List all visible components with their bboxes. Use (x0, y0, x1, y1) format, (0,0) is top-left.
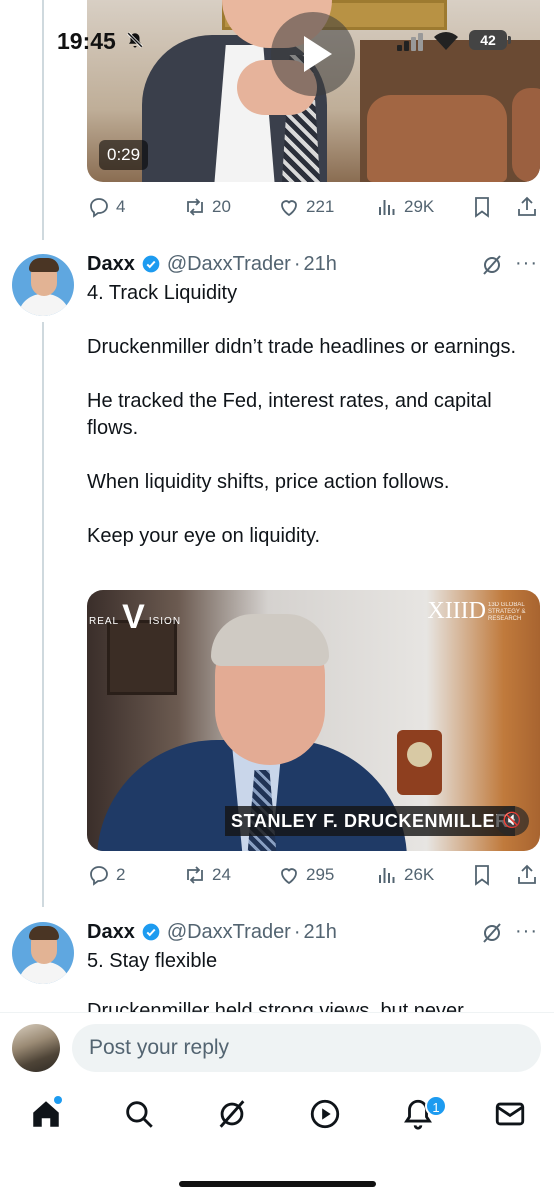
reply-count: 4 (116, 197, 126, 216)
tweet-actions-top: 4 20 221 29K (87, 192, 540, 222)
status-time: 19:45 (57, 28, 116, 54)
tweet-time[interactable]: 21h (304, 253, 337, 276)
video-caption: STANLEY F. DRUCKENMILLER (225, 806, 515, 836)
thread-line-middle (42, 322, 44, 907)
video-player-media[interactable]: REAL V ISION XIIID 13D GLOBAL STRATEGY & R… (87, 590, 540, 851)
share-button[interactable] (515, 860, 539, 890)
nav-grok[interactable] (215, 1097, 249, 1131)
author-name[interactable]: Daxx (87, 253, 135, 276)
tweet-text: 5. Stay flexible (87, 948, 537, 975)
author-handle[interactable]: @DaxxTrader (167, 253, 291, 276)
tweet-line: Keep your eye on liquidity. (87, 525, 321, 547)
bookmark-button[interactable] (470, 192, 494, 222)
author-handle[interactable]: @DaxxTrader (167, 921, 291, 944)
bookmark-button[interactable] (470, 860, 494, 890)
chair (367, 95, 507, 182)
mute-icon[interactable]: 🔇 (495, 806, 529, 836)
verified-badge-icon (142, 255, 160, 273)
chair (512, 88, 540, 182)
tweet-header: Daxx @DaxxTrader · 21h (87, 250, 337, 278)
heart-icon (281, 868, 297, 885)
heart-icon (281, 200, 297, 217)
tweet-text: 4. Track Liquidity Druckenmiller didn’t … (87, 280, 537, 550)
tweet-line: When liquidity shifts, price action foll… (87, 471, 450, 493)
nav-messages[interactable] (493, 1097, 527, 1131)
share-icon (518, 864, 536, 884)
tweet-text-cut: Druckenmiller held strong views, but nev… (87, 1000, 527, 1012)
repost-button[interactable]: 20 (183, 192, 231, 222)
views-icon (379, 868, 395, 883)
background-clock (397, 730, 442, 795)
home-notification-dot (54, 1096, 62, 1104)
like-count: 295 (306, 865, 335, 884)
reply-input[interactable] (72, 1024, 541, 1072)
divider (0, 1012, 554, 1013)
tweet-actions: 2 24 295 26K (87, 860, 540, 890)
grok-icon[interactable] (480, 921, 504, 945)
repost-button[interactable]: 24 (183, 860, 231, 890)
reply-count: 2 (116, 865, 126, 884)
views-button[interactable]: 26K (375, 860, 434, 890)
like-button[interactable]: 221 (277, 192, 334, 222)
repost-icon (187, 866, 203, 884)
separator-dot: · (293, 252, 301, 275)
tweet-line: Druckenmiller held strong views, but nev… (87, 1000, 464, 1012)
author-avatar[interactable] (12, 254, 74, 316)
tweet-line: Druckenmiller didn’t trade headlines or … (87, 336, 517, 358)
notifications-badge: 1 (425, 1095, 447, 1117)
views-icon (379, 200, 395, 215)
author-avatar[interactable] (12, 922, 74, 984)
tweet-line: He tracked the Fed, interest rates, and … (87, 390, 492, 439)
share-button[interactable] (515, 192, 539, 222)
video-duration: 0:29 (99, 140, 149, 170)
thread-line-top (42, 0, 44, 240)
13d-logo: XIIID (427, 598, 486, 624)
play-circle-icon (310, 1099, 340, 1129)
13d-logo-subtitle: 13D GLOBAL STRATEGY & RESEARCH (488, 602, 526, 622)
bell-off-icon (126, 31, 144, 54)
views-count: 29K (404, 197, 435, 216)
reply-button[interactable]: 4 (87, 192, 125, 222)
like-button[interactable]: 295 (277, 860, 334, 890)
share-icon (518, 196, 536, 216)
wifi-icon (431, 28, 461, 54)
repost-count: 20 (212, 197, 231, 216)
my-avatar[interactable] (12, 1024, 60, 1072)
search-icon (126, 1101, 153, 1128)
home-indicator[interactable] (179, 1181, 376, 1187)
grok-icon (219, 1100, 245, 1128)
reply-button[interactable]: 2 (87, 860, 125, 890)
tweet-header: Daxx @DaxxTrader · 21h (87, 918, 337, 946)
repost-icon (187, 198, 203, 216)
author-name[interactable]: Daxx (87, 921, 135, 944)
real-vision-logo: REAL V ISION (89, 598, 182, 636)
reply-icon (90, 198, 108, 218)
video-player-top[interactable]: 0:29 (87, 0, 540, 182)
nav-video[interactable] (308, 1097, 342, 1131)
bookmark-icon (475, 865, 489, 886)
like-count: 221 (306, 197, 335, 216)
mail-icon (495, 1102, 525, 1126)
more-options-icon[interactable]: ··· (515, 252, 538, 275)
bookmark-icon (475, 197, 489, 218)
tweet-time[interactable]: 21h (304, 921, 337, 944)
nav-search[interactable] (122, 1097, 156, 1131)
battery-icon: 42 (469, 30, 511, 50)
verified-badge-icon (142, 923, 160, 941)
more-options-icon[interactable]: ··· (515, 920, 538, 943)
separator-dot: · (293, 920, 301, 943)
play-button[interactable] (271, 12, 355, 96)
repost-count: 24 (212, 865, 231, 884)
grok-icon[interactable] (480, 253, 504, 277)
views-count: 26K (404, 865, 435, 884)
tweet-line: 4. Track Liquidity (87, 282, 238, 304)
reply-icon (90, 866, 108, 886)
tweet-line: 5. Stay flexible (87, 950, 218, 972)
person-hair (211, 614, 329, 666)
cellular-signal-icon (397, 33, 425, 51)
views-button[interactable]: 29K (375, 192, 434, 222)
